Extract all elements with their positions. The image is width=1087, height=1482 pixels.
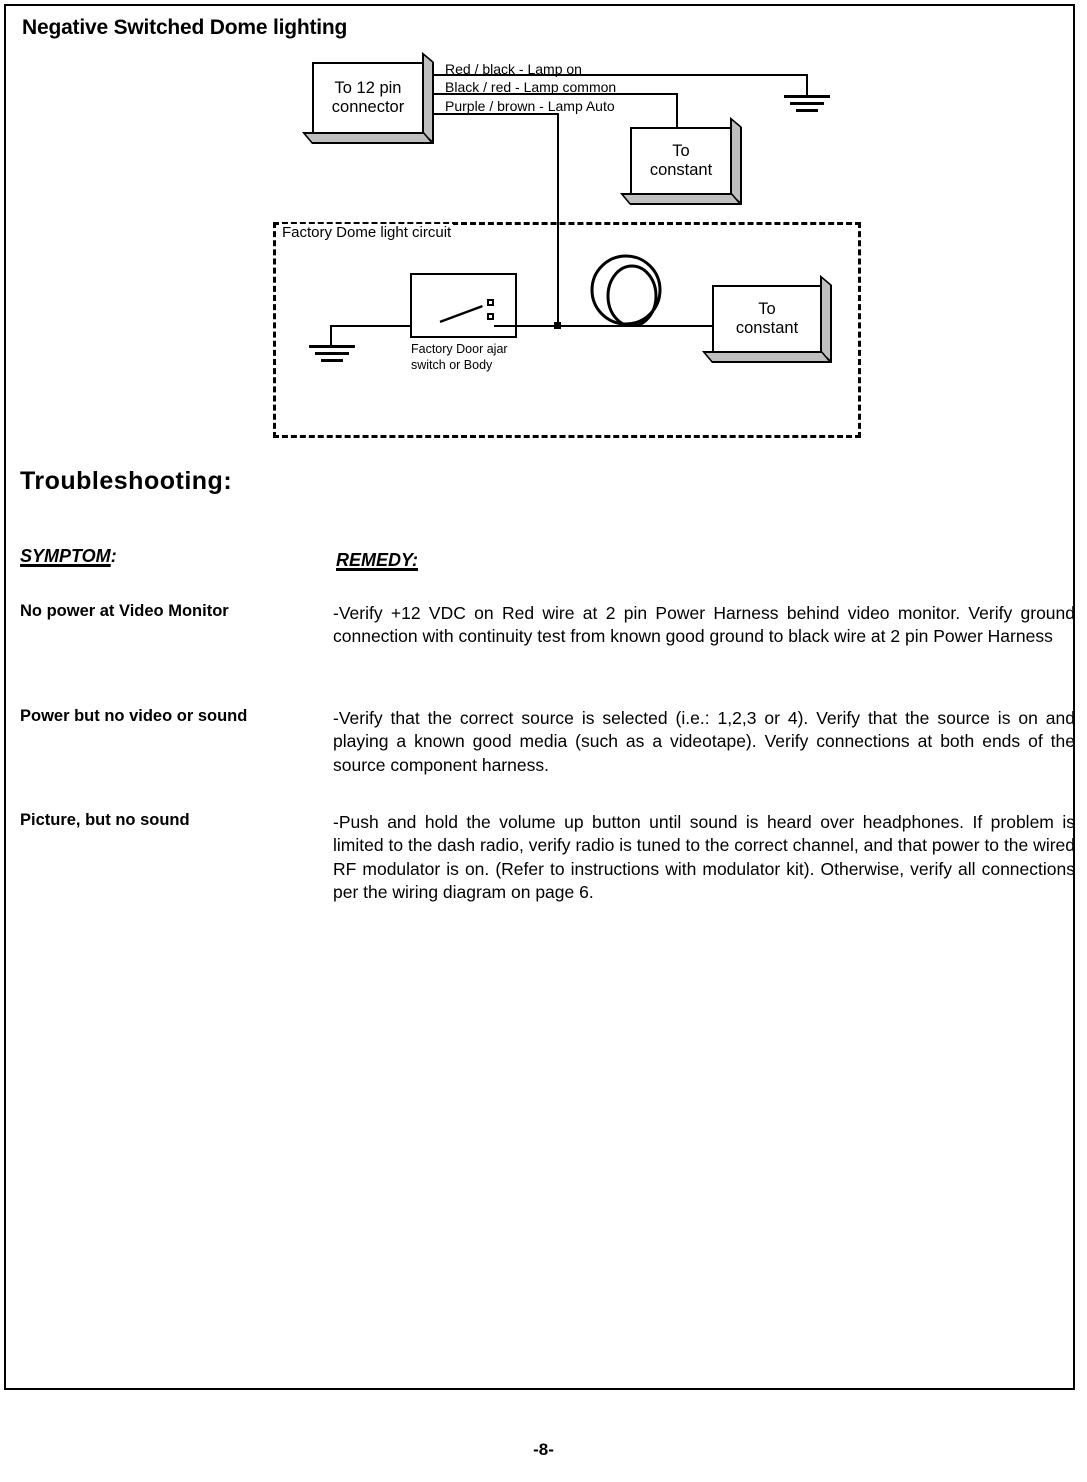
wire-junction-dot <box>554 322 561 329</box>
wire-label-purple-brown: Purple / brown - Lamp Auto <box>445 98 615 114</box>
wire-ground-riser <box>330 325 332 347</box>
page-number: -8- <box>533 1440 554 1459</box>
connector-box-line1: To 12 pin <box>334 79 402 98</box>
wire-black-red-vertical <box>676 93 678 127</box>
to-constant-box-lower: To constant <box>701 274 832 363</box>
box-face: To 12 pin connector <box>312 62 424 134</box>
to-constant-box-upper: To constant <box>619 116 742 205</box>
wire-label-black-red: Black / red - Lamp common <box>445 79 617 95</box>
wire-red-black-vertical <box>806 74 808 96</box>
column-header-remedy: REMEDY: <box>336 550 419 570</box>
constant-upper-line2: constant <box>649 161 713 179</box>
remedy-text: -Verify +12 VDC on Red wire at 2 pin Pow… <box>333 603 1075 647</box>
box-face: To constant <box>712 285 822 353</box>
switch-caption-line2: switch or Body <box>411 357 493 372</box>
switch-blade-icon <box>439 305 483 323</box>
lamp-bulb-icon <box>590 254 662 327</box>
wiring-diagram: To 12 pin connector Red / black - Lamp o… <box>0 0 1087 460</box>
column-header-symptom-colon: : <box>110 546 117 566</box>
switch-caption: Factory Door ajar switch or Body <box>411 342 551 373</box>
connector-box-line2: connector <box>331 98 405 116</box>
remedy-text: -Push and hold the volume up button unti… <box>333 812 1075 902</box>
switch-caption-line1: Factory Door ajar <box>411 342 508 356</box>
ground-symbol-bottom <box>309 345 355 371</box>
troubleshooting-heading: Troubleshooting: <box>20 467 233 495</box>
column-header-symptom: SYMPTOM: <box>20 546 117 567</box>
ground-symbol-top <box>784 95 830 121</box>
symptom-text: Picture, but no sound <box>20 811 190 829</box>
wire-label-red-black: Red / black - Lamp on <box>445 61 582 77</box>
factory-dome-light-circuit-label: Factory Dome light circuit <box>280 224 454 241</box>
constant-lower-line1: To <box>758 300 776 319</box>
wire-ground-to-switch <box>330 325 412 327</box>
constant-upper-line1: To <box>672 142 690 161</box>
symptom-text: Power but no video or sound <box>20 707 248 725</box>
symptom-text: No power at Video Monitor <box>20 602 229 620</box>
constant-lower-line2: constant <box>735 319 799 337</box>
box-face: To constant <box>630 127 732 195</box>
column-header-symptom-text: SYMPTOM <box>20 546 111 566</box>
to-12-pin-connector-box: To 12 pin connector <box>301 51 434 145</box>
remedy-text: -Verify that the correct source is selec… <box>333 708 1075 775</box>
